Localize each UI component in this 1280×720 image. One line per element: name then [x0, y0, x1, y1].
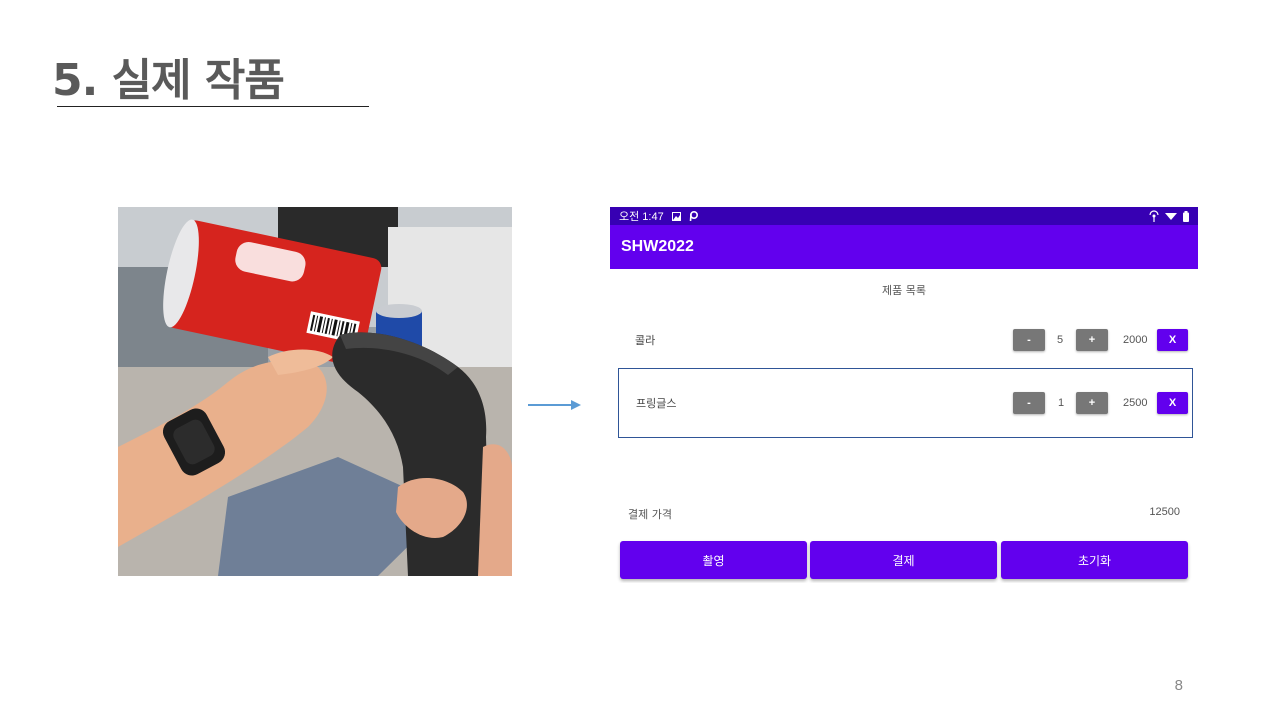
- barcode-scan-photo: [118, 207, 512, 576]
- status-bar: 오전 1:47: [610, 207, 1198, 225]
- pay-button[interactable]: 결제: [810, 541, 997, 579]
- decrease-button[interactable]: -: [1013, 392, 1045, 414]
- list-item[interactable]: 콜라 - 5 + 2000 X: [610, 305, 1198, 375]
- capture-button[interactable]: 촬영: [620, 541, 807, 579]
- gallery-icon: [671, 211, 681, 221]
- remove-item-button[interactable]: X: [1157, 392, 1188, 414]
- item-quantity: 5: [1057, 334, 1064, 346]
- page-number: 8: [1174, 677, 1183, 694]
- android-app-screenshot: 오전 1:47 SHW2022 제품 목록 콜라 - 5 + 2000 X 프링…: [610, 207, 1198, 583]
- app-title: SHW2022: [621, 238, 694, 255]
- item-quantity: 1: [1058, 397, 1065, 409]
- status-time: 오전 1:47: [619, 211, 664, 223]
- total-price-label: 결제 가격: [628, 508, 672, 521]
- app-title-bar: SHW2022: [610, 225, 1198, 269]
- reset-button[interactable]: 초기화: [1001, 541, 1188, 579]
- p-app-icon: [689, 211, 698, 221]
- item-name: 콜라: [635, 334, 656, 347]
- increase-button[interactable]: +: [1076, 392, 1108, 414]
- list-title: 제품 목록: [882, 284, 926, 297]
- list-item[interactable]: 프링글스 - 1 + 2500 X: [618, 368, 1193, 438]
- hotspot-icon: [1149, 210, 1159, 222]
- increase-button[interactable]: +: [1076, 329, 1108, 351]
- battery-icon: [1183, 210, 1189, 222]
- total-price-value: 12500: [1149, 506, 1180, 518]
- wifi-icon: [1165, 213, 1177, 220]
- slide-title: 5. 실제 작품: [52, 55, 285, 106]
- item-name: 프링글스: [636, 397, 677, 410]
- title-underline: [57, 106, 369, 107]
- right-arrow-icon: [528, 400, 581, 410]
- item-price: 2500: [1123, 397, 1148, 409]
- item-price: 2000: [1123, 334, 1148, 346]
- decrease-button[interactable]: -: [1013, 329, 1045, 351]
- remove-item-button[interactable]: X: [1157, 329, 1188, 351]
